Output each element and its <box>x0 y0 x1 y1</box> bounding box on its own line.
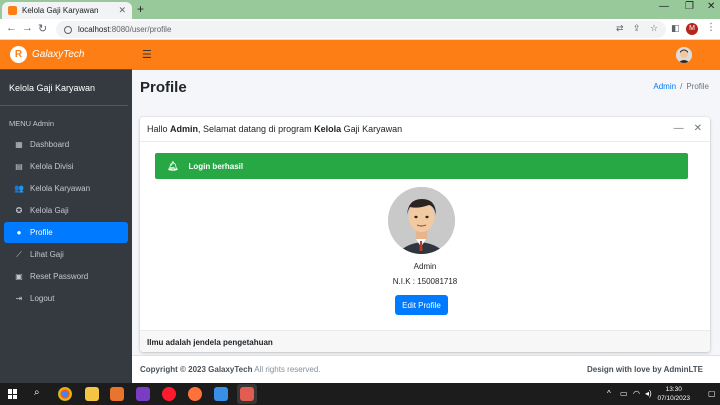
content-wrapper: Profile Admin / Profile Hallo Admin, Selam… <box>132 70 720 383</box>
notification-icon[interactable]: ▢ <box>708 389 716 398</box>
page-title: Profile <box>140 79 187 96</box>
back-icon[interactable]: ← <box>6 22 17 34</box>
card-footer: Ilmu adalah jendela pengetahuan <box>140 330 710 352</box>
main-footer: Copyright © 2023 GalaxyTech All rights r… <box>132 355 720 383</box>
hamburger-menu-icon[interactable]: ☰ <box>142 48 152 61</box>
windows-taskbar: ⌕ ^ ▭ ◠ ◂) 13:30 07/10/2023 ▢ <box>0 383 720 405</box>
profile-name: Admin <box>413 262 437 271</box>
top-navbar: ☰ <box>132 40 720 70</box>
taskbar-clock[interactable]: 13:30 07/10/2023 <box>657 385 690 403</box>
bookmark-star-icon[interactable]: ☆ <box>650 23 658 34</box>
wifi-icon[interactable]: ◠ <box>633 389 640 398</box>
file-explorer-icon[interactable] <box>85 387 99 401</box>
sidebar-item-reset-password[interactable]: ▣ Reset Password <box>4 266 128 287</box>
network-icon[interactable]: ▭ <box>620 389 628 398</box>
sign-out-icon: ⇥ <box>15 294 23 303</box>
user-avatar[interactable] <box>676 47 692 63</box>
chart-line-icon: ⟋ <box>16 249 22 259</box>
maximize-icon[interactable]: ❐ <box>685 1 694 12</box>
menu-header: MENU Admin <box>9 119 55 128</box>
sidebar-item-label: Profile <box>30 228 53 237</box>
favicon-icon <box>8 6 17 15</box>
windows-start-icon[interactable] <box>8 389 18 399</box>
sidebar: R GalaxyTech Kelola Gaji Karyawan MENU A… <box>0 40 132 383</box>
volume-icon[interactable]: ◂) <box>645 389 652 398</box>
clipboard-icon: ▤ <box>15 162 23 171</box>
chrome-app-icon[interactable] <box>58 387 72 401</box>
forward-icon[interactable]: → <box>22 22 33 34</box>
translate-icon[interactable]: ⇄ <box>616 23 624 34</box>
sidebar-item-label: Lihat Gaji <box>30 250 64 259</box>
side-panel-icon[interactable]: ◧ <box>671 23 680 34</box>
sidebar-item-label: Kelola Divisi <box>30 162 74 171</box>
minimize-icon[interactable]: — <box>659 1 669 12</box>
xampp-icon[interactable] <box>110 387 124 401</box>
app-icon-active[interactable] <box>237 384 257 404</box>
share-icon[interactable]: ⇪ <box>633 23 641 34</box>
remove-icon[interactable]: ✕ <box>694 123 702 134</box>
app-icon-blue[interactable] <box>214 387 228 401</box>
browser-toolbar: ← → ↻ localhost:8080/user/profile ⇄ ⇪ ☆ … <box>0 19 720 40</box>
sidebar-item-logout[interactable]: ⇥ Logout <box>4 288 128 309</box>
success-alert: 🔔︎ Login berhasil <box>155 153 688 179</box>
sidebar-item-dashboard[interactable]: ▦ Dashboard <box>4 134 128 155</box>
close-window-icon[interactable]: ✕ <box>707 1 715 12</box>
users-icon: 👥 <box>14 184 24 193</box>
greeting-text: Hallo Admin, Selamat datang di program K… <box>147 124 403 134</box>
sidebar-item-label: Dashboard <box>30 140 70 149</box>
breadcrumb: Admin / Profile <box>653 82 709 91</box>
search-icon[interactable]: ⌕ <box>34 387 40 398</box>
alert-message: Login berhasil <box>188 161 244 171</box>
copyright-text: Copyright © 2023 GalaxyTech All rights r… <box>140 365 321 374</box>
clock-time: 13:30 <box>665 386 682 393</box>
profile-nik: N.I.K : 150081718 <box>392 277 458 286</box>
sidebar-item-kelola-karyawan[interactable]: 👥 Kelola Karyawan <box>4 178 128 199</box>
credit-text: Design with love by AdminLTE <box>586 365 703 374</box>
profile-avatar <box>388 187 455 254</box>
address-bar[interactable]: localhost:8080/user/profile <box>56 21 666 38</box>
user-icon: ● <box>16 228 22 237</box>
sidebar-item-kelola-gaji[interactable]: ✪ Kelola Gaji <box>4 200 128 221</box>
edit-profile-button[interactable]: Edit Profile <box>395 295 448 315</box>
sidebar-item-label: Kelola Karyawan <box>30 184 91 193</box>
clock-date: 07/10/2023 <box>657 395 690 402</box>
sidebar-menu: ▦ Dashboard ▤ Kelola Divisi 👥 Kelola Kar… <box>0 134 132 309</box>
browser-profile-avatar[interactable]: M <box>686 23 698 35</box>
award-icon: ✪ <box>15 206 23 215</box>
card-tools: — ✕ <box>664 123 702 134</box>
sidebar-item-label: Reset Password <box>30 272 89 281</box>
collapse-icon[interactable]: — <box>674 123 684 134</box>
sidebar-item-kelola-divisi[interactable]: ▤ Kelola Divisi <box>4 156 128 177</box>
new-tab-icon[interactable]: + <box>137 2 144 16</box>
firefox-icon[interactable] <box>188 387 202 401</box>
close-tab-icon[interactable]: ✕ <box>118 5 126 16</box>
sidebar-item-lihat-gaji[interactable]: ⟋ Lihat Gaji <box>4 244 128 265</box>
browser-tabstrip: Kelola Gaji Karyawan ✕ + — ❐ ✕ <box>0 0 720 19</box>
browser-tab[interactable]: Kelola Gaji Karyawan ✕ <box>2 2 132 19</box>
tab-title: Kelola Gaji Karyawan <box>22 6 99 15</box>
reload-icon[interactable]: ↻ <box>38 22 47 35</box>
tray-chevron-icon[interactable]: ^ <box>607 389 611 398</box>
breadcrumb-home-link[interactable]: Admin <box>653 82 676 91</box>
brand-logo-icon: R <box>10 46 27 63</box>
brand-link[interactable]: R GalaxyTech <box>0 40 132 70</box>
sidebar-item-label: Logout <box>30 294 55 303</box>
lock-icon: ▣ <box>15 272 23 281</box>
breadcrumb-current: Profile <box>686 82 709 91</box>
app-icon-purple[interactable] <box>136 387 150 401</box>
browser-menu-icon[interactable]: ⋮ <box>706 22 716 33</box>
brand-name: GalaxyTech <box>32 49 85 60</box>
card-header: Hallo Admin, Selamat datang di program K… <box>140 117 710 142</box>
opera-icon[interactable] <box>162 387 176 401</box>
bell-icon: 🔔︎ <box>167 160 179 171</box>
sidebar-item-profile[interactable]: ● Profile <box>4 222 128 243</box>
sidebar-item-label: Kelola Gaji <box>30 206 69 215</box>
table-grid-icon: ▦ <box>15 140 23 149</box>
profile-card: Hallo Admin, Selamat datang di program K… <box>140 117 710 352</box>
breadcrumb-separator: / <box>680 82 683 91</box>
sidebar-panel-title: Kelola Gaji Karyawan <box>0 70 128 106</box>
url-text: localhost:8080/user/profile <box>78 25 172 34</box>
site-info-icon[interactable] <box>64 25 72 34</box>
